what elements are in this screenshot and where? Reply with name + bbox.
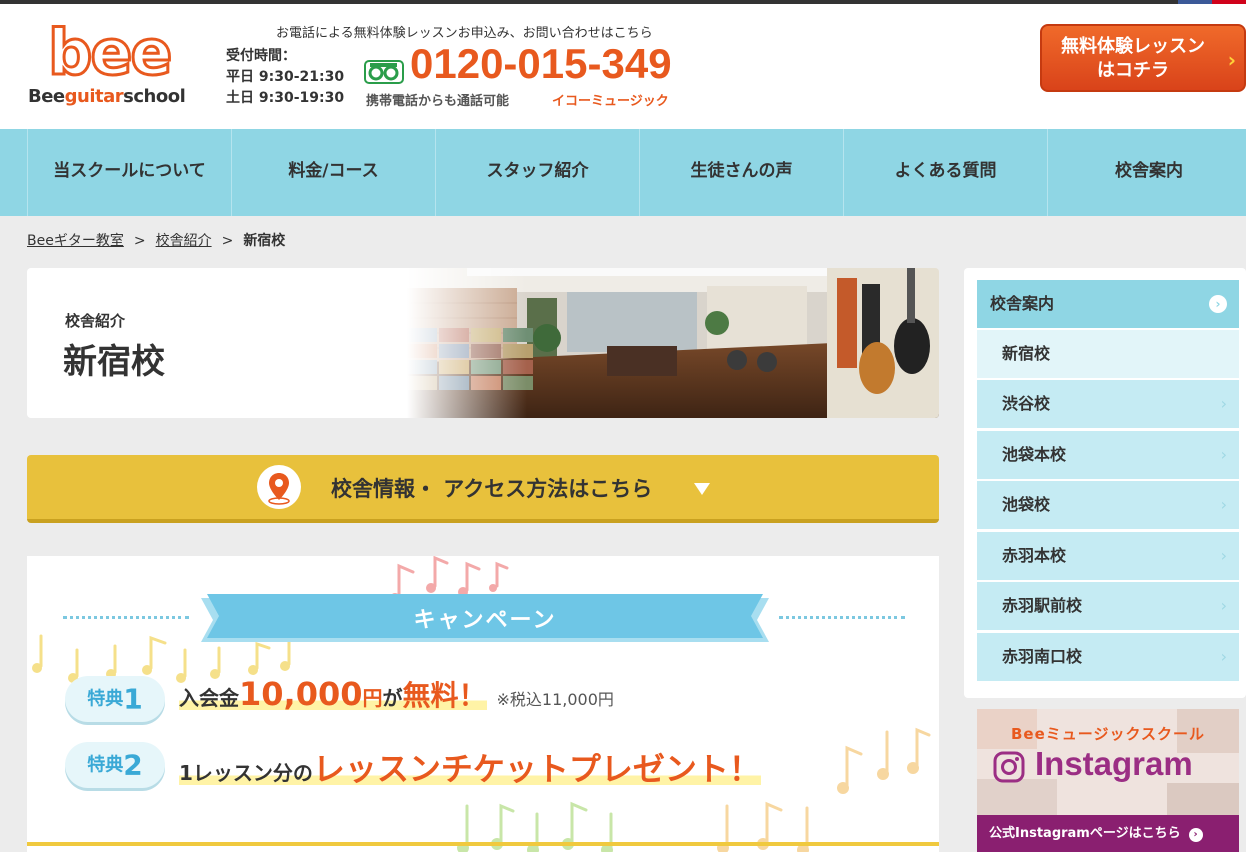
instagram-wordmark: Instagram — [1035, 745, 1193, 782]
chevron-right-icon: › — [1220, 445, 1227, 464]
sidebar-heading[interactable]: 校舎案内 › — [977, 280, 1239, 328]
hours-label: 受付時間： — [226, 48, 296, 64]
trial-line-2: はコチラ — [1097, 60, 1169, 81]
sidebar-item-label: 赤羽南口校 — [1002, 647, 1083, 666]
sidebar-item-akabane-south[interactable]: 赤羽南口校 › — [977, 633, 1239, 681]
sidebar-item-shibuya[interactable]: 渋谷校 › — [977, 380, 1239, 428]
nav-item-about[interactable]: 当スクールについて — [27, 129, 231, 216]
perk-1-tax-note: ※税込11,000円 — [496, 690, 614, 709]
perk-1-part4: が — [382, 686, 403, 710]
breadcrumb-separator: > — [221, 233, 234, 249]
logo-sub-part3: school — [123, 86, 186, 107]
instagram-banner[interactable]: Beeミュージックスクール Instagram 公式Instagramページはこ… — [977, 709, 1239, 852]
breadcrumb-home[interactable]: Beeギター教室 — [27, 233, 124, 249]
chevron-right-icon: › — [1220, 495, 1227, 514]
reception-hours: 受付時間： 平日 9:30-21:30 土日 9:30-19:30 — [226, 46, 344, 109]
campaign-section: キャンペーン 特典1 入会金10,000円が無料！ ※税込11,000円 特典2 … — [27, 556, 939, 852]
chevron-right-icon: › — [1220, 546, 1227, 565]
perk-1-free: 無料！ — [402, 679, 487, 712]
sidebar-item-shinjuku[interactable]: 新宿校 — [977, 330, 1239, 378]
hero-fade-overlay — [407, 268, 527, 418]
perk-2-part1: 1レッスン分の — [179, 761, 313, 785]
instagram-school-name: Beeミュージックスクール — [1010, 725, 1206, 743]
logo-bee-text: bee — [46, 16, 174, 89]
chevron-right-icon: › — [1227, 48, 1236, 72]
instagram-link-bar[interactable]: 公式Instagramページはこちら › — [977, 815, 1239, 852]
breadcrumb: Beeギター教室 > 校舎紹介 > 新宿校 — [27, 230, 285, 250]
hours-weekday: 平日 9:30-21:30 — [226, 69, 345, 85]
perk-badge-1: 特典1 — [65, 676, 165, 722]
perk-1-text: 入会金10,000円が無料！ ※税込11,000円 — [179, 674, 614, 714]
perk-badge-text: 特典 — [87, 688, 124, 710]
nav-item-pricing[interactable]: 料金/コース — [231, 129, 435, 216]
breadcrumb-current: 新宿校 — [243, 233, 286, 249]
instagram-link-text: 公式Instagramページはこちら — [989, 826, 1181, 841]
chevron-right-icon: › — [1220, 596, 1227, 615]
perk-2-text: 1レッスン分のレッスンチケットプレゼント！ — [179, 744, 761, 790]
perk-1-part1: 入会金 — [179, 686, 239, 710]
sidebar-item-label: 赤羽本校 — [1002, 546, 1067, 565]
free-trial-button[interactable]: 無料体験レッスン はコチラ › — [1040, 24, 1246, 92]
chevron-circle-icon: › — [1209, 295, 1227, 313]
nav-item-voices[interactable]: 生徒さんの声 — [639, 129, 843, 216]
company-note: イコーミュージック — [552, 94, 669, 109]
access-info-button[interactable]: 校舎情報・ アクセス方法はこちら — [27, 455, 939, 523]
dotted-rule-right — [779, 616, 905, 619]
chevron-right-icon: › — [1220, 647, 1227, 666]
chevron-circle-icon: › — [1188, 828, 1203, 842]
trial-line-1: 無料体験レッスン — [1061, 36, 1205, 57]
freedial-icon — [364, 60, 404, 84]
perk-1-amount: 10,000 — [239, 675, 363, 713]
nav-item-schools[interactable]: 校舎案内 — [1047, 129, 1246, 216]
nav-item-staff[interactable]: スタッフ紹介 — [435, 129, 639, 216]
logo-sub-part2: guitar — [64, 86, 124, 107]
sidebar-item-label: 池袋校 — [1002, 495, 1051, 514]
sidebar-item-akabane-station[interactable]: 赤羽駅前校 › — [977, 582, 1239, 630]
instagram-icon — [993, 751, 1025, 783]
dotted-rule-left — [63, 616, 189, 619]
logo-sub-part1: Bee — [28, 86, 65, 107]
sidebar-item-label: 渋谷校 — [1002, 394, 1051, 413]
perk-2-ticket: レッスンチケットプレゼント！ — [312, 750, 761, 788]
perk-badge-2: 特典2 — [65, 742, 165, 788]
access-label: 校舎情報・ アクセス方法はこちら — [331, 477, 653, 501]
sidebar-heading-label: 校舎案内 — [990, 294, 1055, 313]
campaign-bottom-rule — [27, 842, 939, 846]
sidebar-item-label: 新宿校 — [1002, 344, 1051, 363]
site-header: bee Beeguitarschool お電話による無料体験レッスンお申込み、お… — [0, 4, 1246, 129]
chevron-right-icon: › — [1220, 394, 1227, 413]
perk-1-highlight: 入会金10,000円が無料！ — [179, 675, 487, 713]
perk-2-highlight: 1レッスン分のレッスンチケットプレゼント！ — [179, 750, 761, 788]
triangle-down-icon — [694, 483, 710, 495]
sidebar-item-akabane-main[interactable]: 赤羽本校 › — [977, 532, 1239, 580]
main-nav: 当スクールについて 料金/コース スタッフ紹介 生徒さんの声 よくある質問 校舎… — [0, 129, 1246, 216]
breadcrumb-separator: > — [133, 233, 146, 249]
hero-subtitle: 校舎紹介 — [65, 312, 126, 330]
hero-banner: 校舎紹介 新宿校 — [27, 268, 939, 418]
sidebar-item-label: 池袋本校 — [1002, 445, 1067, 464]
site-logo[interactable]: bee Beeguitarschool — [28, 16, 203, 110]
perk-badge-number: 2 — [123, 748, 143, 782]
map-pin-icon — [257, 465, 301, 509]
nav-item-faq[interactable]: よくある質問 — [843, 129, 1047, 216]
phone-number[interactable]: 0120-015-349 — [410, 40, 672, 88]
perk-badge-text: 特典 — [87, 754, 124, 776]
mobile-note: 携帯電話からも通話可能 — [366, 94, 510, 109]
breadcrumb-schools[interactable]: 校舎紹介 — [156, 233, 212, 249]
hours-saturday: 土日 9:30-19:30 — [226, 90, 345, 106]
campaign-title: キャンペーン — [413, 608, 557, 633]
logo-subtitle: Beeguitarschool — [28, 86, 186, 107]
sidebar-item-label: 赤羽駅前校 — [1002, 596, 1083, 615]
perk-1-yen: 円 — [362, 686, 383, 710]
sidebar-item-ikebukuro-main[interactable]: 池袋本校 › — [977, 431, 1239, 479]
page-title: 新宿校 — [63, 342, 165, 382]
tel-note: お電話による無料体験レッスンお申込み、お問い合わせはこちら — [276, 26, 653, 41]
perk-badge-number: 1 — [123, 682, 143, 716]
sidebar-item-ikebukuro[interactable]: 池袋校 › — [977, 481, 1239, 529]
school-sidebar: 校舎案内 › 新宿校 渋谷校 › 池袋本校 › 池袋校 › 赤羽本校 › 赤羽駅… — [964, 268, 1246, 698]
